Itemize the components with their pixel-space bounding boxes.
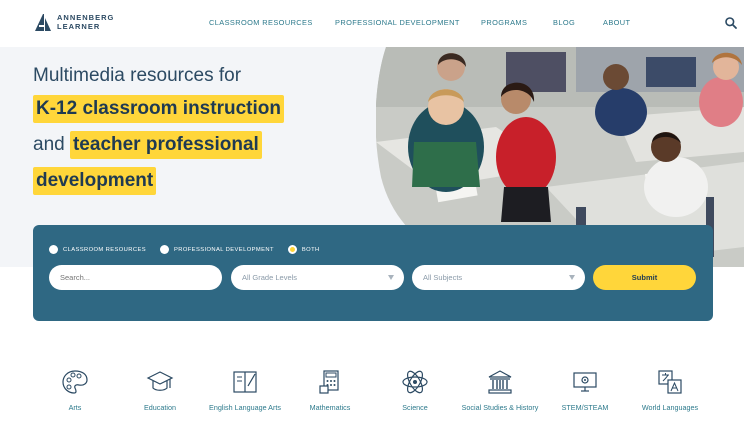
subject-label: Mathematics	[309, 403, 351, 412]
search-input[interactable]	[49, 265, 222, 290]
hero-and-text: and	[33, 134, 70, 155]
atom-icon	[402, 370, 428, 394]
subject-mathematics[interactable]: Mathematics	[290, 368, 370, 412]
subject-arts[interactable]: Arts	[35, 368, 115, 412]
chevron-down-icon	[388, 275, 394, 280]
radio-button-selected[interactable]	[287, 245, 297, 254]
calculator-icon	[319, 370, 339, 394]
search-icon[interactable]	[724, 16, 738, 30]
hero-highlight-teacher: teacher professional	[69, 131, 262, 159]
subject-english-language-arts[interactable]: English Language Arts	[205, 368, 285, 412]
subject-value: All Subjects	[423, 273, 463, 282]
subject-label: Social Studies & History	[461, 403, 539, 412]
nav-about[interactable]: ABOUT	[603, 18, 630, 27]
subject-label: Science	[402, 403, 428, 412]
nav-programs[interactable]: PROGRAMS	[481, 18, 527, 27]
subject-label: Education	[144, 403, 176, 412]
site-header: ANNENBERG LEARNER CLASSROOM RESOURCES PR…	[0, 0, 744, 47]
hero-headline: Multimedia resources for K-12 classroom …	[33, 65, 284, 195]
radio-professional-development[interactable]: PROFESSIONAL DEVELOPMENT	[159, 245, 274, 254]
nav-professional-development[interactable]: PROFESSIONAL DEVELOPMENT	[335, 18, 460, 27]
subject-label: Arts	[68, 403, 82, 412]
radio-classroom-resources[interactable]: CLASSROOM RESOURCES	[49, 245, 146, 254]
subject-science[interactable]: Science	[375, 368, 455, 412]
subject-label: English Language Arts	[209, 403, 281, 412]
monitor-gear-icon	[573, 372, 597, 392]
graduation-cap-icon	[146, 371, 174, 391]
subject-categories: Arts Education English Language Arts Mat…	[0, 368, 744, 426]
resource-type-radios: CLASSROOM RESOURCES PROFESSIONAL DEVELOP…	[49, 245, 334, 254]
radio-label: BOTH	[301, 246, 320, 253]
subject-education[interactable]: Education	[120, 368, 200, 412]
hero-line-3: and teacher professional	[33, 131, 284, 159]
grade-level-select[interactable]: All Grade Levels	[231, 265, 404, 290]
grade-level-value: All Grade Levels	[242, 273, 298, 282]
chevron-down-icon	[569, 275, 575, 280]
radio-label: CLASSROOM RESOURCES	[63, 246, 146, 253]
radio-both[interactable]: BOTH	[287, 245, 320, 254]
nav-blog[interactable]: BLOG	[553, 18, 575, 27]
subject-stem-steam[interactable]: STEM/STEAM	[545, 368, 625, 412]
subject-social-studies-history[interactable]: Social Studies & History	[460, 368, 540, 412]
radio-label: PROFESSIONAL DEVELOPMENT	[173, 246, 274, 253]
nav-classroom-resources[interactable]: CLASSROOM RESOURCES	[209, 18, 313, 27]
submit-button[interactable]: Submit	[593, 265, 696, 290]
open-book-icon	[233, 371, 257, 393]
palette-icon	[62, 370, 88, 394]
subject-label: STEM/STEAM	[561, 403, 609, 412]
hero-highlight-k12: K-12 classroom instruction	[33, 95, 284, 123]
hero-highlight-development: development	[33, 167, 157, 195]
radio-button[interactable]	[49, 245, 58, 254]
building-columns-icon	[488, 370, 512, 394]
main-nav: CLASSROOM RESOURCES PROFESSIONAL DEVELOP…	[0, 18, 744, 30]
subject-label: World Languages	[641, 403, 699, 412]
subject-select[interactable]: All Subjects	[412, 265, 585, 290]
subject-world-languages[interactable]: World Languages	[630, 368, 710, 412]
resource-search-panel: CLASSROOM RESOURCES PROFESSIONAL DEVELOP…	[33, 225, 713, 321]
radio-button[interactable]	[159, 245, 169, 254]
hero-line-1: Multimedia resources for	[33, 65, 242, 86]
translate-icon	[658, 370, 682, 394]
